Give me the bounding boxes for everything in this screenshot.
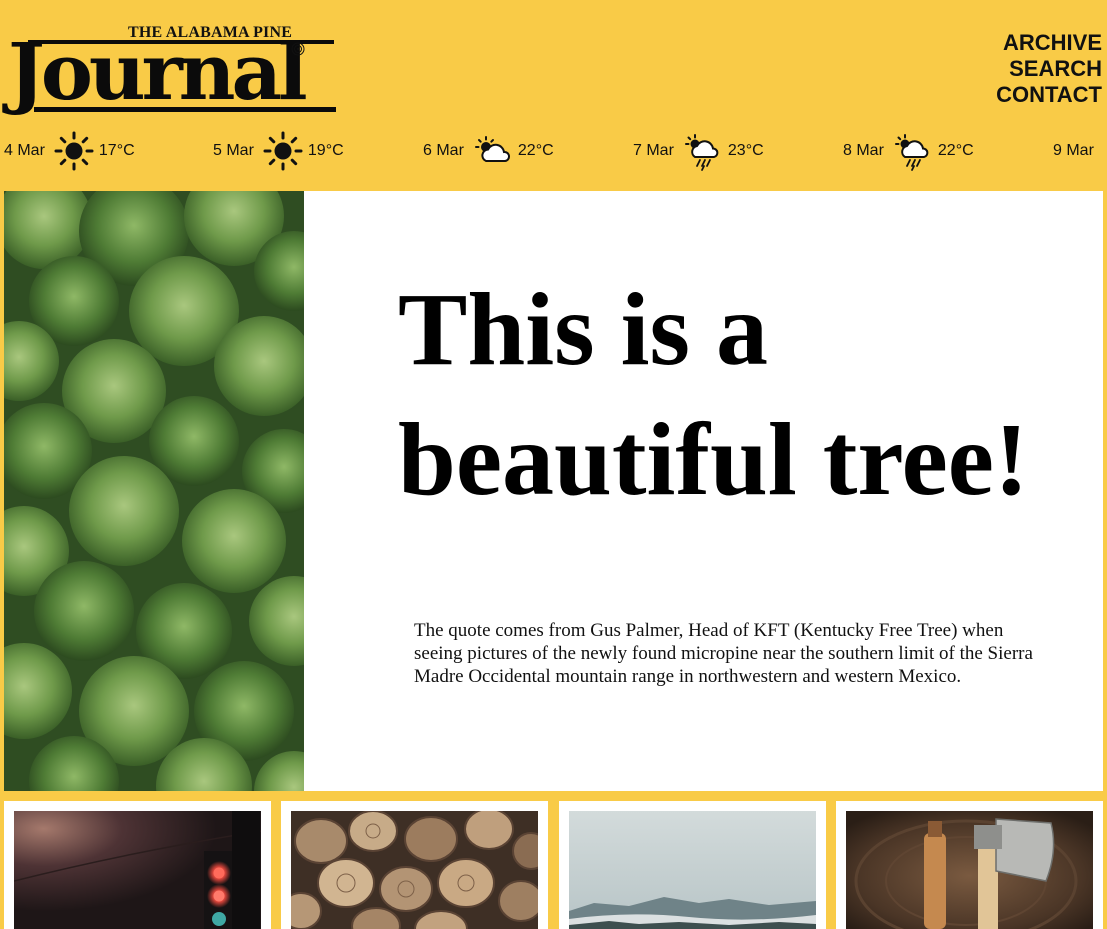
article-card[interactable] [559, 801, 826, 929]
article-card[interactable] [281, 801, 548, 929]
logo-rule-bottom [34, 107, 336, 112]
article-headline: This is a beautiful tree! [398, 272, 1029, 517]
weather-date: 9 Mar [1053, 142, 1094, 159]
featured-article: This is a beautiful tree! The quote come… [4, 191, 1103, 791]
rain-icon [684, 134, 719, 171]
sun-icon [263, 131, 303, 171]
article-card[interactable] [4, 801, 271, 929]
traffic-light-photo [14, 811, 261, 929]
article-card[interactable] [836, 801, 1103, 929]
axe-and-knife-photo [846, 811, 1093, 929]
weather-day: 6 Mar 22°C [423, 130, 554, 172]
masthead-title: Journal [8, 27, 308, 118]
weather-temp: 22°C [517, 142, 554, 159]
firewood-logs-photo [291, 811, 538, 929]
forest-canopy-photo [4, 191, 304, 791]
weather-temp: 17°C [98, 142, 135, 159]
weather-day: 9 Mar [1053, 130, 1102, 172]
misty-mountains-photo [569, 811, 816, 929]
weather-day: 7 Mar 23°C [633, 130, 764, 172]
weather-date: 8 Mar [843, 142, 884, 159]
weather-forecast-strip: 4 Mar 17°C 5 Mar 19°C 6 Mar 22°C 7 Mar 2… [0, 130, 1107, 172]
weather-day: 5 Mar 19°C [213, 130, 344, 172]
weather-temp: 19°C [307, 142, 344, 159]
weather-date: 6 Mar [423, 142, 464, 159]
article-quote: The quote comes from Gus Palmer, Head of… [414, 620, 1033, 687]
weather-date: 5 Mar [213, 142, 254, 159]
nav-search-link[interactable]: SEARCH [996, 56, 1102, 82]
weather-date: 7 Mar [633, 142, 674, 159]
weather-day: 4 Mar 17°C [4, 130, 135, 172]
main-nav: ARCHIVE SEARCH CONTACT [996, 30, 1102, 108]
masthead-logo[interactable]: THE ALABAMA PINE Journal [8, 24, 338, 120]
weather-temp: 23°C [727, 142, 764, 159]
article-cards [4, 801, 1103, 929]
weather-day: 8 Mar 22°C [843, 130, 974, 172]
weather-date: 4 Mar [4, 142, 45, 159]
nav-contact-link[interactable]: CONTACT [996, 82, 1102, 108]
sun-icon [54, 131, 94, 171]
rain-icon [894, 134, 929, 171]
nav-archive-link[interactable]: ARCHIVE [996, 30, 1102, 56]
weather-temp: 22°C [937, 142, 974, 159]
partly-cloudy-icon [474, 136, 510, 162]
tree-ring-icon [291, 42, 305, 56]
